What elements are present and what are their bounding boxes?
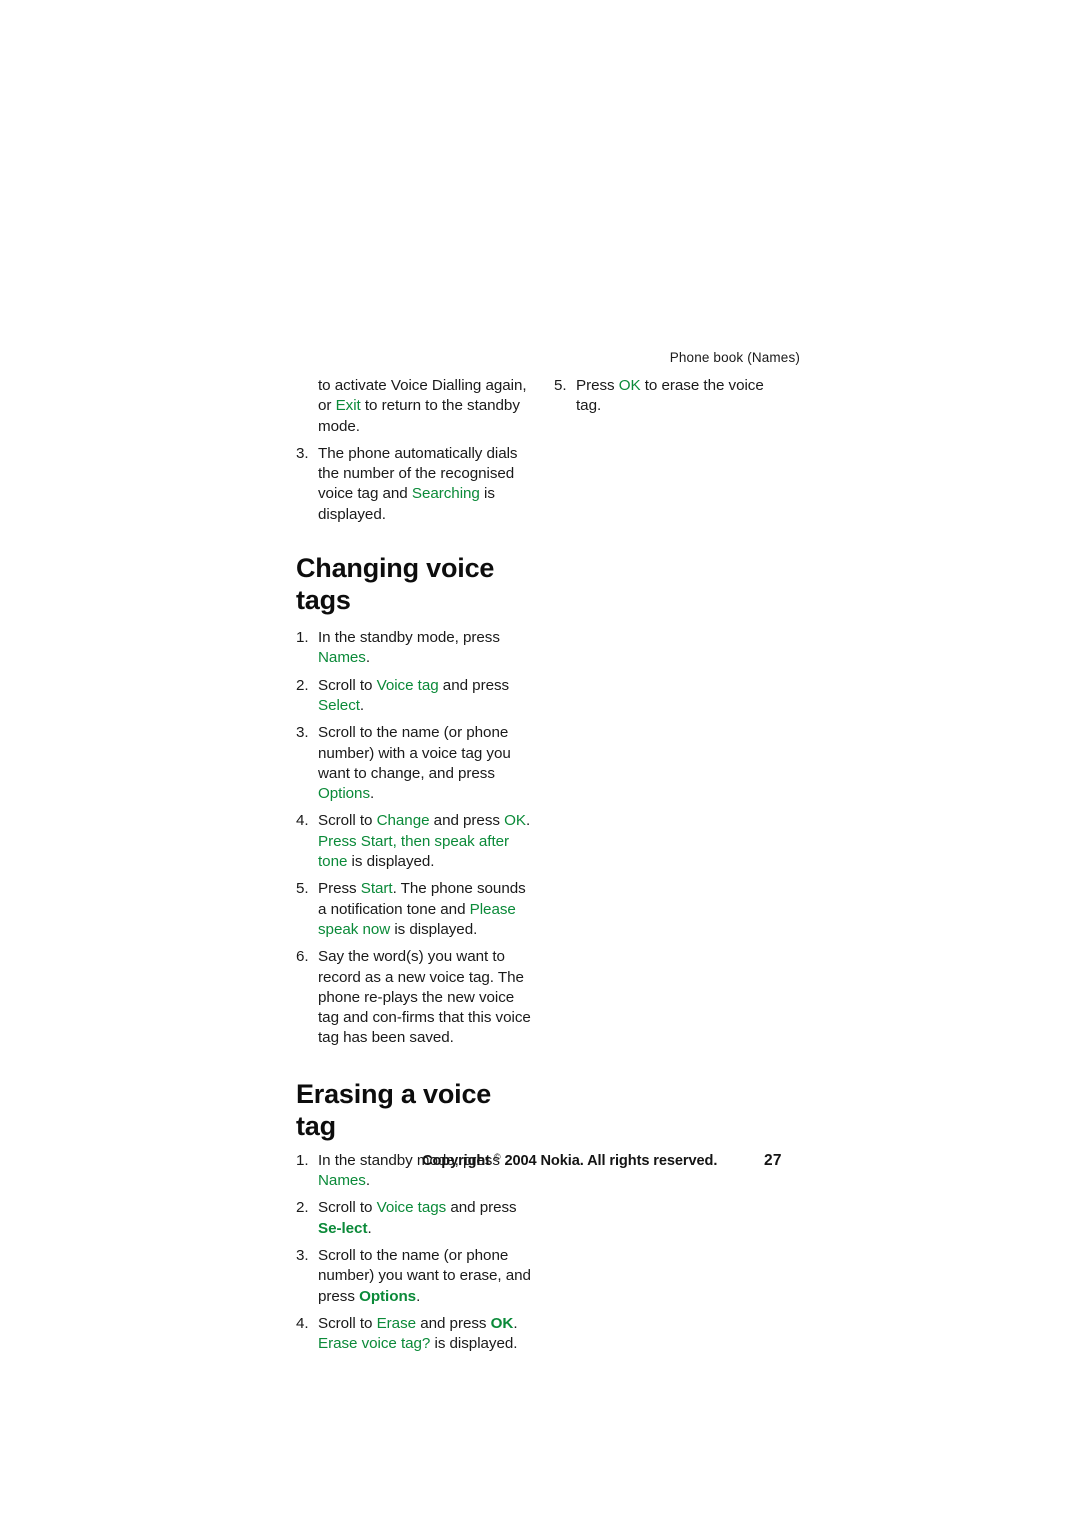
- list-item: 5. Press OK to erase the voice tag.: [554, 376, 792, 417]
- erasing-voice-tag-step-list: 1. In the standby mode, press Names. 2. Sc…: [296, 1151, 534, 1355]
- page-footer: Copyright © 2004 Nokia. All rights reser…: [296, 1152, 800, 1178]
- list-item-number: 3.: [296, 1246, 309, 1264]
- ui-term-names: Names: [318, 649, 366, 667]
- left-column: to activate Voice Dialling again, or Exi…: [296, 376, 534, 1361]
- ui-term-change: Change: [376, 812, 430, 830]
- list-item: 4. Scroll to Erase and press OK. Erase vo…: [296, 1314, 534, 1355]
- page-content: to activate Voice Dialling again, or Exi…: [296, 376, 800, 1352]
- page-number: 27: [764, 1152, 782, 1169]
- ui-term-options: Options: [359, 1287, 417, 1305]
- ui-term-searching: Searching: [411, 485, 480, 503]
- list-item-text-1: Scroll to the name (or phone number) you…: [318, 1246, 531, 1305]
- list-item-number: 4.: [296, 1314, 309, 1332]
- list-item: 6. Say the word(s) you want to record as …: [296, 947, 534, 1048]
- list-item: 5. Press Start. The phone sounds a notifi…: [296, 879, 534, 940]
- list-item-text-3: .: [367, 1219, 372, 1237]
- list-item-number: 1.: [296, 629, 309, 647]
- running-header: Phone book (Names): [669, 350, 800, 365]
- ui-term-select: Select: [318, 696, 360, 714]
- list-item-text-2: and press: [416, 1314, 491, 1332]
- right-column-step-list: 5. Press OK to erase the voice tag.: [554, 376, 792, 417]
- list-item-text-1: Scroll to: [318, 1199, 377, 1217]
- list-item-text-4: is displayed.: [347, 853, 435, 871]
- list-item-text-1: Say the word(s) you want to record as a …: [318, 948, 531, 1047]
- list-item: 2. Scroll to Voice tag and press Select.: [296, 676, 534, 717]
- list-item-text-3: .: [513, 1314, 518, 1332]
- list-item-text-1: Scroll to: [318, 676, 377, 694]
- ui-term-voice-tags: Voice tags: [376, 1199, 447, 1217]
- list-item-text-3: .: [525, 812, 531, 830]
- list-item-text-3: .: [359, 696, 365, 714]
- carryover-step-list: 3. The phone automatically dials the numb…: [296, 444, 534, 525]
- list-item-text-2: .: [365, 649, 371, 667]
- list-item-text-2: and press: [438, 676, 510, 694]
- list-item-number: 3.: [296, 724, 309, 742]
- page-title-erasing-a-voice-tag: Erasing a voice tag: [296, 1078, 492, 1141]
- ui-message-erase-voice-tag: Erase voice tag?: [318, 1335, 431, 1353]
- list-item: 3. Scroll to the name (or phone number) y…: [296, 1246, 534, 1307]
- list-item-number: 5.: [554, 377, 567, 394]
- list-item-text-3: is displayed.: [390, 920, 478, 938]
- list-item-text-2: and press: [429, 812, 505, 830]
- list-item-text-1: Scroll to: [318, 812, 377, 830]
- ui-term-voice-tag: Voice tag: [376, 676, 439, 694]
- list-item: 4. Scroll to Change and press OK. Press S…: [296, 811, 534, 872]
- list-item-number: 2.: [296, 1199, 309, 1217]
- continuation-paragraph: to activate Voice Dialling again, or Exi…: [296, 376, 534, 437]
- ui-term-exit: Exit: [335, 397, 361, 415]
- list-item-number: 5.: [296, 880, 309, 898]
- list-item-number: 3.: [296, 444, 309, 462]
- ui-term-erase: Erase: [376, 1314, 417, 1332]
- list-item-number: 2.: [296, 676, 309, 694]
- list-item-text-1: Scroll to: [318, 1314, 377, 1332]
- list-item-text-2: and press: [446, 1199, 517, 1217]
- copyright-notice: Copyright © 2004 Nokia. All rights reser…: [422, 1152, 717, 1169]
- list-item-text-1: Press: [576, 377, 619, 394]
- right-column: 5. Press OK to erase the voice tag.: [554, 376, 792, 424]
- list-item: 1. In the standby mode, press Names.: [296, 628, 534, 669]
- ui-term-options: Options: [318, 785, 370, 803]
- list-item-text-2: .: [416, 1287, 421, 1305]
- list-item-text-1: In the standby mode, press: [318, 629, 500, 647]
- ui-term-ok: OK: [504, 812, 526, 830]
- list-item-text-2: .: [370, 785, 375, 803]
- copyright-suffix: 2004 Nokia. All rights reserved.: [500, 1153, 718, 1169]
- copyright-prefix: Copyright: [422, 1153, 494, 1169]
- ui-term-ok: OK: [490, 1314, 514, 1332]
- ui-term-start: Start: [360, 880, 393, 898]
- list-item: 3. The phone automatically dials the numb…: [296, 444, 534, 525]
- manual-page: Phone book (Names) to activate Voice Dia…: [0, 0, 1080, 1528]
- list-item-text-1: Press: [318, 880, 361, 898]
- list-item-number: 4.: [296, 812, 309, 830]
- changing-voice-tags-step-list: 1. In the standby mode, press Names. 2. Sc…: [296, 628, 534, 1049]
- list-item-text-4: is displayed.: [430, 1335, 518, 1353]
- ui-term-select: Se-lect: [318, 1219, 368, 1237]
- list-item-text-1: Scroll to the name (or phone number) wit…: [318, 724, 511, 782]
- list-item-number: 6.: [296, 948, 309, 966]
- page-title-changing-voice-tags: Changing voice tags: [296, 553, 495, 616]
- list-item: 2. Scroll to Voice tags and press Se-lect…: [296, 1198, 534, 1239]
- list-item: 3. Scroll to the name (or phone number) w…: [296, 723, 534, 804]
- ui-term-ok: OK: [618, 377, 641, 394]
